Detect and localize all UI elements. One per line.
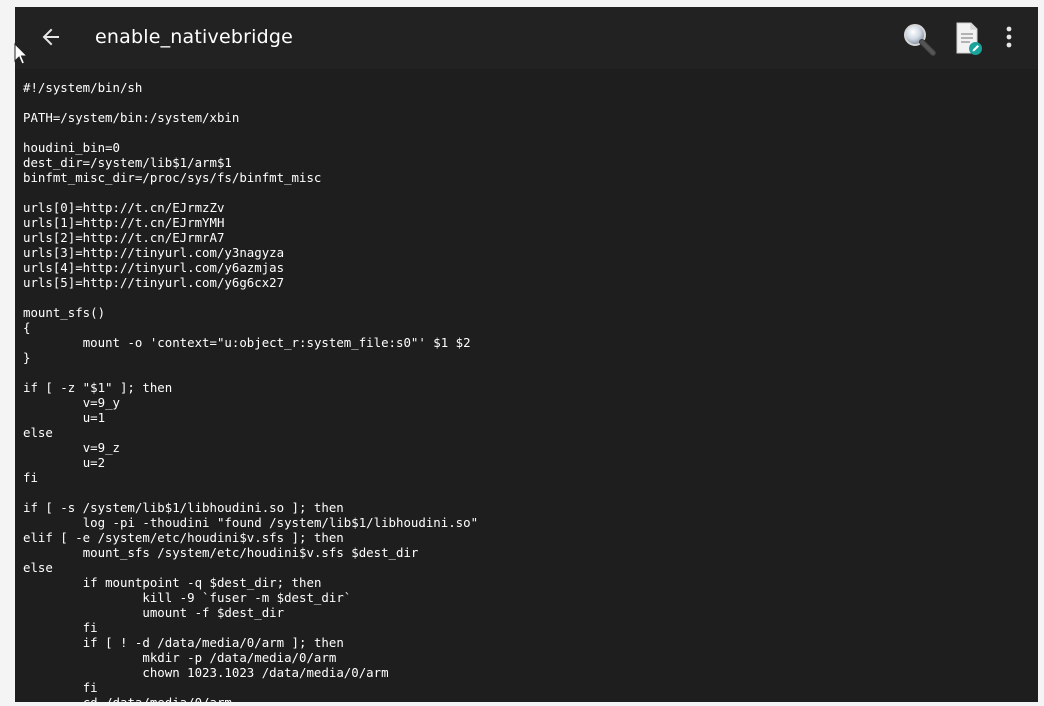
document-edit-icon [953,22,985,61]
file-title: enable_nativebridge [95,26,294,48]
more-options-button[interactable] [997,24,1021,52]
app-bar: enable_nativebridge [15,7,1038,69]
search-icon [901,24,937,61]
top-strip [0,0,1044,7]
document-edit-button[interactable] [953,21,985,57]
back-button[interactable] [37,25,65,53]
search-button[interactable] [901,21,937,57]
editor-window: enable_nativebridge #!/system/bin/sh PAT… [15,7,1038,702]
mouse-pointer-icon [14,42,30,67]
code-editor[interactable]: #!/system/bin/sh PATH=/system/bin:/syste… [23,80,478,702]
more-vert-icon [997,26,1021,56]
arrow-back-icon [41,27,61,51]
